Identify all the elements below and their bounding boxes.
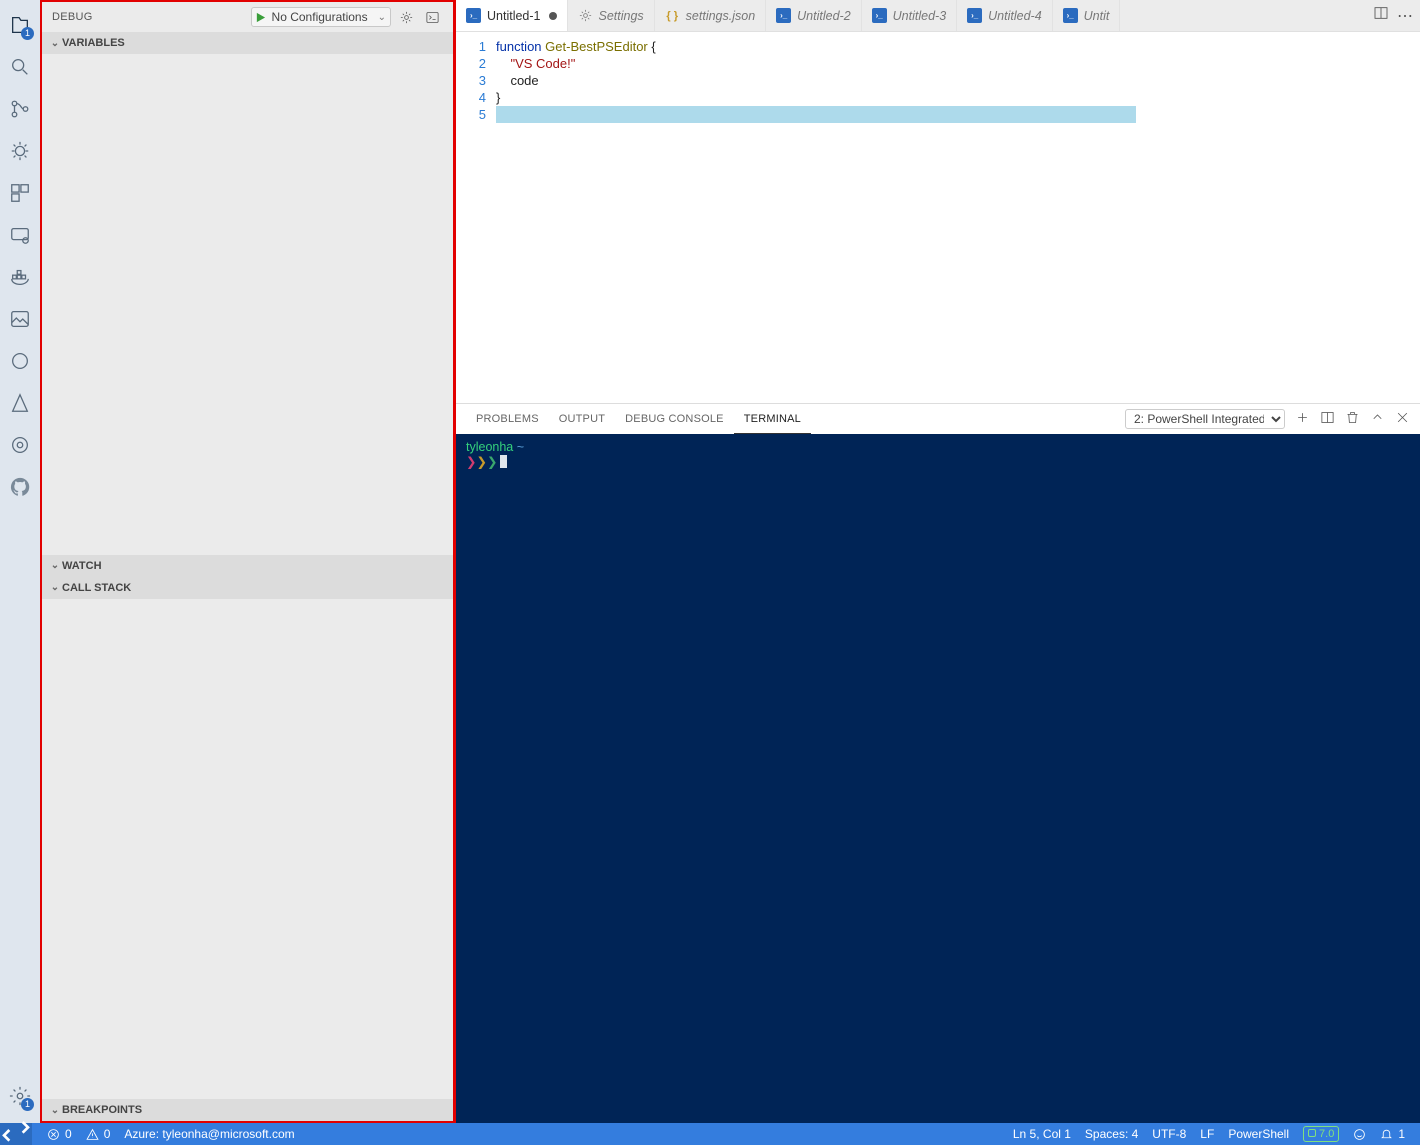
code-body[interactable]: function Get-BestPSEditor { "VS Code!" c… <box>496 32 1420 403</box>
debug-title: DEBUG <box>52 11 251 23</box>
split-editor-icon[interactable] <box>1373 5 1389 26</box>
tab-label: settings.json <box>686 9 755 23</box>
remote-indicator[interactable] <box>0 1123 32 1145</box>
status-psversion[interactable]: 7.0 <box>1296 1126 1346 1142</box>
activity-bar: 1 1 <box>0 0 40 1123</box>
editor-tab-2[interactable]: { } settings.json <box>655 0 766 31</box>
status-warnings[interactable]: 0 <box>79 1123 118 1145</box>
callstack-body <box>42 599 453 1100</box>
editor-tab-6[interactable]: ›_ Untit <box>1053 0 1121 31</box>
activity-image[interactable] <box>0 298 40 340</box>
activity-generic2[interactable] <box>0 424 40 466</box>
explorer-badge: 1 <box>21 27 34 40</box>
editor-tab-5[interactable]: ›_ Untitled-4 <box>957 0 1053 31</box>
panel-tab-debug[interactable]: DEBUG CONSOLE <box>615 404 734 434</box>
more-actions-icon[interactable]: ⋯ <box>1397 6 1414 26</box>
section-watch[interactable]: ⌄WATCH <box>42 555 453 577</box>
terminal-prompt: ❯❯❯ <box>466 455 497 469</box>
powershell-icon: ›_ <box>872 8 887 23</box>
powershell-icon: ›_ <box>1063 8 1078 23</box>
activity-extensions[interactable] <box>0 172 40 214</box>
status-feedback[interactable] <box>1346 1128 1373 1141</box>
variables-body <box>42 54 453 555</box>
terminal-cwd: ~ <box>517 440 524 454</box>
maximize-panel-icon[interactable] <box>1370 410 1385 428</box>
powershell-icon: ›_ <box>776 8 791 23</box>
terminal-cursor <box>500 455 507 468</box>
activity-debug[interactable] <box>0 130 40 172</box>
editor-tabs: ›_ Untitled-1 Settings { } settings.json ›_ Un… <box>456 0 1420 32</box>
tab-label: Untitled-1 <box>487 9 541 23</box>
json-icon: { } <box>665 8 680 23</box>
activity-search[interactable] <box>0 46 40 88</box>
terminal[interactable]: tyleonha ~ ❯❯❯ <box>456 434 1420 1123</box>
play-icon[interactable] <box>252 12 270 23</box>
debug-config-selector[interactable]: No Configurations ⌄ <box>251 7 391 27</box>
editor-tab-3[interactable]: ›_ Untitled-2 <box>766 0 862 31</box>
tab-label: Untit <box>1084 9 1110 23</box>
editor-tab-4[interactable]: ›_ Untitled-3 <box>862 0 958 31</box>
debug-config-label: No Configurations <box>270 10 374 24</box>
code-editor[interactable]: 12345 function Get-BestPSEditor { "VS Co… <box>456 32 1420 403</box>
panel-tab-problems[interactable]: PROBLEMS <box>466 404 549 434</box>
tab-label: Untitled-4 <box>988 9 1042 23</box>
activity-azure[interactable] <box>0 382 40 424</box>
close-panel-icon[interactable] <box>1395 410 1410 428</box>
chevron-down-icon[interactable]: ⌄ <box>374 12 390 23</box>
activity-generic1[interactable] <box>0 340 40 382</box>
status-azure[interactable]: Azure: tyleonha@microsoft.com <box>117 1123 301 1145</box>
editor-area: ›_ Untitled-1 Settings { } settings.json ›_ Un… <box>456 0 1420 1123</box>
selection-highlight <box>496 106 1136 123</box>
editor-tab-0[interactable]: ›_ Untitled-1 <box>456 0 568 31</box>
panel-tab-terminal[interactable]: TERMINAL <box>734 404 811 434</box>
powershell-icon: ›_ <box>466 8 481 23</box>
section-variables[interactable]: ⌄VARIABLES <box>42 32 453 54</box>
terminal-user: tyleonha <box>466 440 513 454</box>
gear-icon <box>578 8 593 23</box>
line-gutter: 12345 <box>456 32 496 403</box>
dirty-indicator <box>549 12 557 20</box>
status-lncol[interactable]: Ln 5, Col 1 <box>1006 1127 1078 1141</box>
editor-tab-1[interactable]: Settings <box>568 0 655 31</box>
powershell-icon: ›_ <box>967 8 982 23</box>
status-encoding[interactable]: UTF-8 <box>1145 1127 1193 1141</box>
section-callstack[interactable]: ⌄CALL STACK <box>42 577 453 599</box>
status-notifications[interactable]: 1 <box>1373 1127 1412 1141</box>
activity-settings[interactable]: 1 <box>0 1075 40 1117</box>
tab-label: Untitled-3 <box>893 9 947 23</box>
split-terminal-icon[interactable] <box>1320 410 1335 428</box>
panel-tabs: PROBLEMS OUTPUT DEBUG CONSOLE TERMINAL 2… <box>456 404 1420 434</box>
debug-sidebar: DEBUG No Configurations ⌄ ⌄VARIABLES ⌄WA… <box>40 0 456 1123</box>
status-spaces[interactable]: Spaces: 4 <box>1078 1127 1145 1141</box>
tab-label: Settings <box>599 9 644 23</box>
status-language[interactable]: PowerShell <box>1221 1127 1296 1141</box>
debug-header: DEBUG No Configurations ⌄ <box>42 2 453 32</box>
status-eol[interactable]: LF <box>1193 1127 1221 1141</box>
activity-explorer[interactable]: 1 <box>0 4 40 46</box>
bottom-panel: PROBLEMS OUTPUT DEBUG CONSOLE TERMINAL 2… <box>456 403 1420 1123</box>
activity-remote[interactable] <box>0 214 40 256</box>
terminal-selector[interactable]: 2: PowerShell Integrated Con <box>1125 409 1285 429</box>
settings-badge: 1 <box>21 1098 34 1111</box>
gear-icon[interactable] <box>395 10 417 25</box>
kill-terminal-icon[interactable] <box>1345 410 1360 428</box>
activity-github[interactable] <box>0 466 40 508</box>
activity-scm[interactable] <box>0 88 40 130</box>
panel-tab-output[interactable]: OUTPUT <box>549 404 615 434</box>
status-bar: 0 0 Azure: tyleonha@microsoft.com Ln 5, … <box>0 1123 1420 1145</box>
debug-console-icon[interactable] <box>421 10 443 25</box>
activity-docker[interactable] <box>0 256 40 298</box>
status-errors[interactable]: 0 <box>40 1123 79 1145</box>
section-breakpoints[interactable]: ⌄BREAKPOINTS <box>42 1099 453 1121</box>
new-terminal-icon[interactable] <box>1295 410 1310 428</box>
tab-label: Untitled-2 <box>797 9 851 23</box>
